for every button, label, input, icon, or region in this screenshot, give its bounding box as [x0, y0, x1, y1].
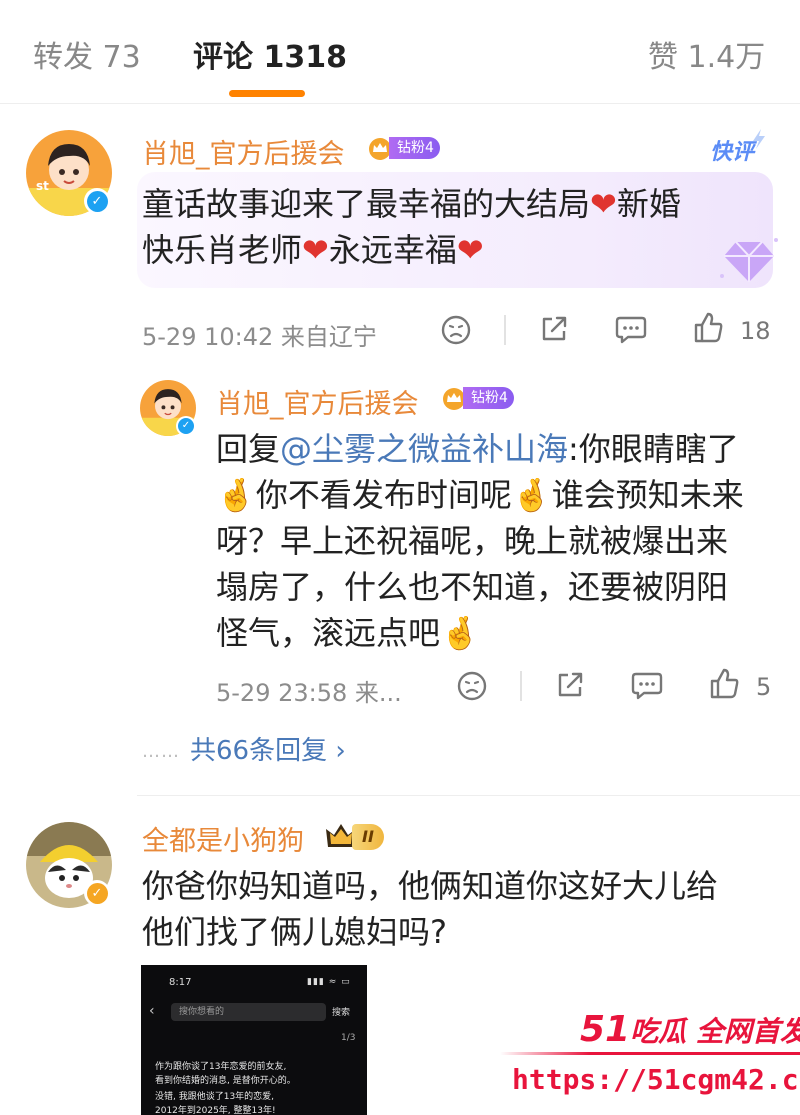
comment-icon[interactable]: [614, 313, 648, 345]
reply-text: 回复@尘雾之微益补山海:你眼睛瞎了 🤞你不看发布时间呢🤞谁会预知未来 呀？早上还…: [216, 426, 786, 656]
phone-text-line: 没错, 我跟他谈了13年的恋爱,: [155, 1092, 275, 1102]
divider: [520, 671, 522, 701]
fingers-crossed-emoji: 🤞: [440, 614, 480, 652]
fingers-crossed-emoji: 🤞: [511, 476, 552, 514]
dislike-face-icon[interactable]: [440, 314, 472, 346]
fan-level-label: 钻粉4: [463, 387, 514, 409]
comment-divider: [137, 795, 800, 796]
heart-emoji: ❤: [590, 185, 617, 223]
watermark-slogan: 吃瓜 全网首发: [630, 1015, 800, 1048]
svg-text:st: st: [36, 179, 49, 193]
phone-status-icons: ▮▮▮ ≈ ▭: [307, 977, 351, 987]
reply-text-part: :你眼睛瞎了: [568, 430, 739, 468]
watermark-url: https://51cgm42.com: [512, 1063, 800, 1096]
member-level-badge[interactable]: II: [324, 821, 384, 853]
heart-emoji: ❤: [302, 231, 329, 269]
tab-reposts[interactable]: 转发 73: [33, 32, 141, 76]
fan-level-badge[interactable]: 钻粉4: [367, 136, 440, 160]
phone-time: 8:17: [169, 977, 192, 988]
comment-text-part: 你爸你妈知道吗，他俩知道你这好大儿给: [142, 867, 719, 905]
fan-level-label: 钻粉4: [389, 137, 440, 159]
watermark-line: [500, 1052, 800, 1055]
reply-username[interactable]: 肖旭_官方后援会: [216, 382, 419, 421]
watermark-title: 51吃瓜 全网首发: [580, 1009, 800, 1050]
comment-text: 童话故事迎来了最幸福的大结局❤新婚 快乐肖老师❤永远幸福❤: [142, 181, 681, 273]
comment-timestamp: 5-29 10:42 来自辽宁: [142, 323, 377, 351]
member-level-label: II: [352, 824, 384, 850]
reply-text-part: 谁会预知未来: [551, 476, 744, 514]
reply-text-part: 怪气，滚远点吧: [216, 614, 441, 652]
divider: [504, 315, 506, 345]
phone-page-indicator: 1/3: [341, 1033, 356, 1043]
watermark-number: 51: [580, 1009, 631, 1050]
like-thumb-icon[interactable]: [708, 667, 740, 701]
active-tab-indicator: [229, 90, 305, 97]
verified-badge-icon: ✓: [176, 416, 196, 436]
tab-comments[interactable]: 评论 1318: [193, 32, 347, 76]
comment-text: 你爸你妈知道吗，他俩知道你这好大儿给 他们找了俩儿媳妇吗?: [142, 863, 718, 955]
reply-timestamp: 5-29 23:58 来...: [216, 679, 402, 707]
fan-level-badge[interactable]: 钻粉4: [441, 386, 514, 410]
dots-leader: ……: [142, 741, 180, 762]
phone-search-button: 搜索: [332, 1008, 351, 1018]
comment-text-part: 新婚: [616, 185, 681, 223]
reply-text-part: 呀？早上还祝福呢，晚上就被爆出来: [216, 522, 729, 560]
share-icon[interactable]: [538, 313, 570, 345]
comment-tabs: 转发 73 评论 1318 赞 1.4万: [0, 0, 800, 104]
comment-username[interactable]: 肖旭_官方后援会: [142, 132, 345, 171]
quick-comment-badge[interactable]: 快评: [708, 128, 772, 166]
like-thumb-icon[interactable]: [692, 311, 724, 345]
lightning-icon: [753, 129, 765, 149]
back-arrow-icon: ‹: [149, 1003, 155, 1019]
verified-badge-icon: ✓: [84, 188, 110, 214]
reply-prefix: 回复: [216, 430, 281, 468]
reply-text-part: 你不看发布时间呢: [255, 476, 512, 514]
verified-badge-icon: ✓: [84, 880, 110, 906]
comment-username[interactable]: 全都是小狗狗: [142, 819, 304, 858]
phone-text-line: 2012年到2025年, 整整13年!: [155, 1106, 276, 1115]
mention-link[interactable]: @尘雾之微益补山海: [280, 430, 568, 468]
share-icon[interactable]: [554, 669, 586, 701]
phone-text-line: 作为跟你谈了13年恋爱的前女友,: [155, 1062, 287, 1072]
comment-icon[interactable]: [630, 669, 664, 701]
view-more-replies-link[interactable]: …… 共66条回复 ›: [142, 730, 346, 767]
phone-search-bar: 搜你想看的: [171, 1003, 326, 1021]
site-watermark: 51吃瓜 全网首发 https://51cgm42.com: [500, 1005, 800, 1115]
heart-emoji: ❤: [456, 231, 484, 269]
tab-likes[interactable]: 赞 1.4万: [648, 32, 765, 76]
comment-text-part: 他们找了俩儿媳妇吗?: [142, 913, 447, 951]
like-count: 18: [740, 317, 771, 345]
diamond-decoration-icon: [720, 238, 778, 282]
more-replies-label: 共66条回复 ›: [190, 736, 346, 766]
comment-text-part: 童话故事迎来了最幸福的大结局: [142, 185, 591, 223]
comment-text-part: 永远幸福: [328, 231, 457, 269]
comment-text-part: 快乐肖老师: [142, 231, 303, 269]
dislike-face-icon[interactable]: [456, 670, 488, 702]
attached-screenshot-image[interactable]: 8:17 ▮▮▮ ≈ ▭ ‹ 搜你想看的 搜索 1/3 作为跟你谈了13年恋爱的…: [141, 965, 367, 1115]
reply-text-part: 塌房了，什么也不知道，还要被阴阳: [216, 568, 729, 606]
phone-text-line: 看到你结婚的消息, 是替你开心的。: [155, 1076, 296, 1086]
fingers-crossed-emoji: 🤞: [216, 476, 256, 514]
like-count: 5: [756, 673, 772, 701]
